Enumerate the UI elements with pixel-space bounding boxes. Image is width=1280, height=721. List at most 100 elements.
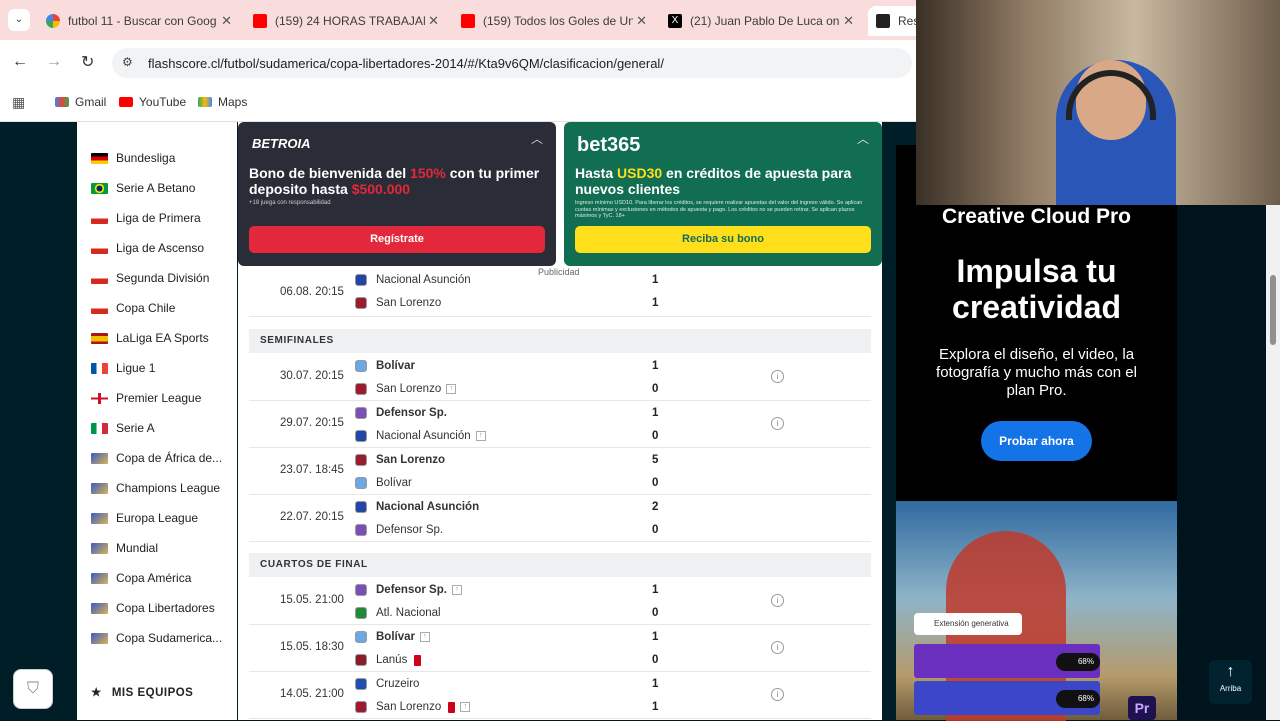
flag-icon bbox=[91, 482, 108, 494]
reload-icon[interactable]: ↻ bbox=[81, 52, 94, 72]
match-time: 23.07. 18:45 bbox=[280, 464, 344, 476]
away-score: 0 bbox=[652, 383, 659, 395]
close-icon[interactable]: ✕ bbox=[636, 13, 647, 29]
collapse-icon[interactable]: ︿ bbox=[857, 130, 869, 147]
team-crest-icon bbox=[355, 524, 367, 536]
bookmark-label: Maps bbox=[218, 95, 248, 109]
tab-x[interactable]: X (21) Juan Pablo De Luca on ✕ bbox=[660, 6, 864, 36]
home-score: 1 bbox=[652, 631, 659, 643]
register-button[interactable]: Regístrate bbox=[249, 226, 545, 253]
headline-part: Bono de bienvenida del bbox=[249, 165, 411, 181]
headline-pct: 150% bbox=[410, 165, 446, 181]
sidebar-item[interactable]: Copa de África de... bbox=[91, 448, 222, 468]
sidebar-item[interactable]: Copa Sudamerica... bbox=[91, 628, 222, 648]
tab-title: (21) Juan Pablo De Luca on bbox=[690, 14, 840, 28]
info-icon[interactable]: i bbox=[771, 370, 784, 383]
youtube-icon bbox=[461, 14, 475, 28]
back-to-top-button[interactable]: ↑ Arriba bbox=[1209, 660, 1252, 704]
sidebar-item[interactable]: Serie A bbox=[91, 418, 155, 438]
sidebar-item[interactable]: Liga de Primera bbox=[91, 208, 201, 228]
match-time: 29.07. 20:15 bbox=[280, 417, 344, 429]
my-teams-header[interactable]: ★ MIS EQUIPOS bbox=[91, 685, 193, 699]
bookmark-gmail[interactable]: Gmail bbox=[55, 95, 106, 109]
home-score: 1 bbox=[652, 360, 659, 372]
flag-icon bbox=[91, 302, 108, 314]
apps-icon[interactable]: ▦ bbox=[12, 94, 25, 111]
site-info-icon[interactable]: ⚙ bbox=[122, 55, 133, 69]
flag-icon bbox=[91, 632, 108, 644]
scrollbar-thumb[interactable] bbox=[1270, 275, 1276, 345]
tab-youtube-1[interactable]: (159) 24 HORAS TRABAJANDO ✕ bbox=[245, 6, 449, 36]
home-team: San Lorenzo bbox=[355, 454, 445, 466]
sidebar-item[interactable]: Segunda División bbox=[91, 268, 209, 288]
close-icon[interactable]: ✕ bbox=[428, 13, 439, 29]
team-name: Defensor Sp. bbox=[376, 524, 444, 536]
sidebar-item[interactable]: Champions League bbox=[91, 478, 220, 498]
match-row[interactable]: 22.07. 20:15 Nacional Asunción Defensor Sp… bbox=[249, 495, 871, 542]
team-crest-icon bbox=[355, 501, 367, 513]
tab-google[interactable]: futbol 11 - Buscar con Goog ✕ bbox=[38, 6, 242, 36]
progress-badge: 68% bbox=[1056, 690, 1100, 708]
bet365-logo: bet365 bbox=[577, 134, 641, 156]
collapse-icon[interactable]: ︿ bbox=[531, 130, 543, 147]
privacy-shield-button[interactable]: ⛉ bbox=[13, 669, 53, 709]
scrollbar[interactable] bbox=[1266, 145, 1280, 720]
headline-part: Hasta bbox=[575, 165, 618, 181]
sidebar-item-label: Serie A Betano bbox=[116, 181, 196, 195]
info-icon[interactable]: i bbox=[771, 594, 784, 607]
sidebar-item[interactable]: Ligue 1 bbox=[91, 358, 155, 378]
home-score: 1 bbox=[652, 678, 659, 690]
sidebar-item-label: LaLiga EA Sports bbox=[116, 331, 209, 345]
x-icon: X bbox=[668, 14, 682, 28]
section-quarterfinals: CUARTOS DE FINAL bbox=[249, 553, 871, 577]
sidebar-item[interactable]: LaLiga EA Sports bbox=[91, 328, 209, 348]
match-row[interactable]: 23.07. 18:45 San Lorenzo Bolívar 5 0 bbox=[249, 448, 871, 495]
bookmark-youtube[interactable]: YouTube bbox=[119, 95, 186, 109]
away-score: 0 bbox=[652, 477, 659, 489]
team-name: Nacional Asunción bbox=[376, 430, 471, 442]
sidebar-item[interactable]: Copa Chile bbox=[91, 298, 175, 318]
sidebar-item[interactable]: Copa Libertadores bbox=[91, 598, 215, 618]
try-now-button[interactable]: Probar ahora bbox=[981, 421, 1092, 461]
bet365-ad[interactable]: bet365 ︿ Hasta USD30 en créditos de apue… bbox=[564, 122, 882, 266]
flag-icon bbox=[91, 212, 108, 224]
flag-icon bbox=[91, 272, 108, 284]
address-bar[interactable]: ⚙ flashscore.cl/futbol/sudamerica/copa-l… bbox=[112, 48, 912, 78]
match-row[interactable]: 30.07. 20:15 Bolívar San Lorenzo ↑ 1 0 i bbox=[249, 354, 871, 401]
sidebar-item[interactable]: Premier League bbox=[91, 388, 201, 408]
match-row[interactable]: 15.05. 18:30 Bolívar ↑ Lanús 1 0 i bbox=[249, 625, 871, 672]
sidebar-item[interactable]: Bundesliga bbox=[91, 148, 175, 168]
sidebar-item[interactable]: Mundial bbox=[91, 538, 158, 558]
sidebar-item-label: Europa League bbox=[116, 511, 199, 525]
away-team: Lanús bbox=[355, 654, 422, 666]
arrow-up-icon: ↑ bbox=[1226, 663, 1235, 680]
betroia-ad[interactable]: BETROIA ︿ Bono de bienvenida del 150% co… bbox=[238, 122, 556, 266]
sidebar-item[interactable]: Liga de Ascenso bbox=[91, 238, 204, 258]
sidebar-item[interactable]: Europa League bbox=[91, 508, 198, 528]
tab-search-icon[interactable]: ⌄ bbox=[8, 9, 30, 31]
forward-icon[interactable]: → bbox=[46, 53, 62, 71]
info-icon[interactable]: i bbox=[771, 688, 784, 701]
sidebar-item[interactable]: Serie A Betano bbox=[91, 178, 195, 198]
info-icon[interactable]: i bbox=[771, 641, 784, 654]
sidebar-item-label: Ligue 1 bbox=[116, 361, 156, 375]
bookmarks-bar: ▦ Gmail YouTube Maps bbox=[0, 86, 916, 122]
match-row[interactable]: 06.08. 20:15 Nacional Asunción San Loren… bbox=[249, 270, 871, 317]
team-name: San Lorenzo bbox=[376, 454, 446, 466]
flag-icon bbox=[91, 242, 108, 254]
match-row[interactable]: 14.05. 21:00 Cruzeiro San Lorenzo ↑ 1 1 i bbox=[249, 672, 871, 719]
match-row[interactable]: 15.05. 21:00 Defensor Sp. ↑ Atl. Nacional 1 0… bbox=[249, 578, 871, 625]
bonus-button[interactable]: Reciba su bono bbox=[575, 226, 871, 253]
match-row[interactable]: 29.07. 20:15 Defensor Sp. Nacional Asunció… bbox=[249, 401, 871, 448]
close-icon[interactable]: ✕ bbox=[843, 13, 854, 29]
sidebar-item[interactable]: Copa América bbox=[91, 568, 191, 588]
back-icon[interactable]: ← bbox=[12, 53, 28, 71]
info-icon[interactable]: i bbox=[771, 417, 784, 430]
creative-cloud-ad[interactable]: Creative Cloud Pro Impulsa tu creativida… bbox=[896, 145, 1177, 721]
home-team: Defensor Sp. bbox=[355, 407, 447, 419]
bookmark-maps[interactable]: Maps bbox=[198, 95, 247, 109]
close-icon[interactable]: ✕ bbox=[221, 13, 232, 29]
team-crest-icon bbox=[355, 360, 367, 372]
team-name: Bolívar bbox=[376, 631, 415, 643]
tab-youtube-2[interactable]: (159) Todos los Goles de Un ✕ bbox=[453, 6, 657, 36]
